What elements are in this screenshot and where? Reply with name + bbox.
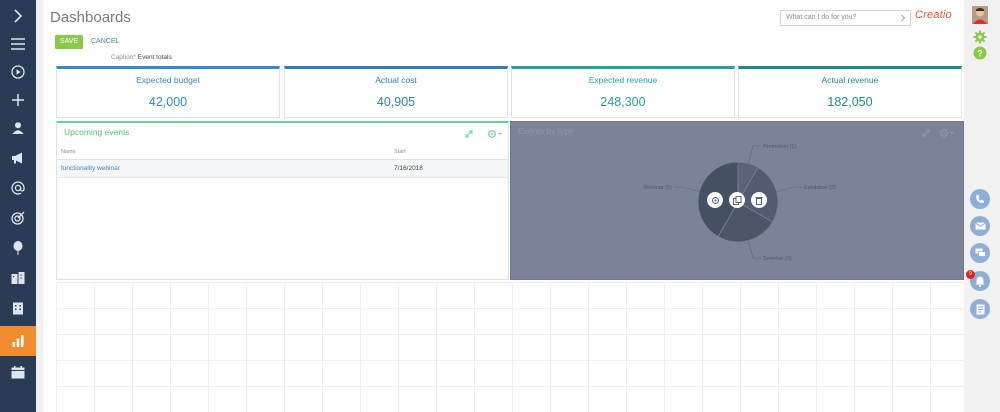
- avatar[interactable]: [972, 6, 988, 24]
- expand-menu-button[interactable]: [0, 2, 36, 30]
- chevron-right-icon[interactable]: [899, 14, 907, 22]
- pie-leader-line: [748, 240, 762, 259]
- kpi-label: Actual revenue: [821, 75, 879, 85]
- svg-text:?: ?: [977, 49, 983, 59]
- dashboards-button[interactable]: [0, 326, 36, 356]
- left-sidebar: [0, 0, 36, 412]
- save-button[interactable]: SAVE: [55, 35, 83, 49]
- bar-chart-icon: [12, 335, 24, 347]
- column-header-name[interactable]: Name: [61, 145, 76, 159]
- expand-icon[interactable]: [465, 130, 473, 138]
- event-start-date: 7/16/2018: [394, 165, 423, 172]
- plus-icon: [12, 94, 24, 106]
- bell-icon: [975, 276, 985, 287]
- caption-value: Event totals: [137, 54, 172, 61]
- chart-settings-button[interactable]: [707, 192, 723, 208]
- hamburger-icon: [11, 38, 25, 50]
- user-photo-icon: [972, 6, 988, 24]
- pie-leader-line: [748, 145, 762, 164]
- accounts-button[interactable]: [0, 264, 36, 292]
- settings-icon[interactable]: [487, 129, 503, 139]
- pie-leader-line: [673, 186, 700, 192]
- phone-icon: [976, 195, 984, 203]
- pie-leader-line: [776, 186, 803, 192]
- right-panel: ? 9: [964, 0, 1000, 412]
- pie-label: Seminar (3): [763, 256, 792, 262]
- copy-icon: [732, 195, 741, 205]
- cancel-button[interactable]: CANCEL: [91, 35, 119, 49]
- calendar-icon: [11, 365, 25, 378]
- play-circle-icon: [11, 65, 25, 79]
- table-row[interactable]: functionality webinar 7/16/2018: [57, 160, 508, 178]
- calendar-button[interactable]: [0, 358, 36, 386]
- kpi-value: 248,300: [600, 95, 646, 109]
- kpi-expected-revenue[interactable]: Expected revenue 248,300: [511, 66, 735, 118]
- column-header-start[interactable]: Start: [394, 145, 406, 159]
- buildings-icon: [11, 272, 25, 284]
- menu-button[interactable]: [0, 30, 36, 58]
- megaphone-icon: [12, 152, 22, 164]
- pie-label: Exhibition (3): [804, 185, 836, 191]
- main-area: Dashboards What can I do for you? Creati…: [43, 0, 964, 412]
- target-icon: [11, 211, 25, 225]
- kpi-actual-cost[interactable]: Actual cost 40,905: [284, 66, 508, 118]
- kpi-value: 40,905: [376, 95, 416, 109]
- pie-label: Webinar (5): [643, 185, 672, 191]
- upcoming-events-panel: Upcoming events Name Start functionality…: [56, 121, 509, 280]
- caption-field[interactable]: Caption* Event totals: [111, 54, 172, 61]
- document-icon: [976, 304, 984, 314]
- kpi-value: 182,050: [827, 95, 873, 109]
- events-by-type-panel: Events by type Promotion (1) Exhibition (…: [510, 121, 964, 280]
- events-button[interactable]: [0, 234, 36, 262]
- campaigns-button[interactable]: [0, 144, 36, 172]
- email-panel-button[interactable]: [970, 216, 990, 236]
- chat-button[interactable]: [970, 243, 990, 263]
- kpi-label: Expected revenue: [588, 75, 658, 85]
- at-sign-icon: [11, 181, 25, 195]
- creatio-logo: Creatio: [915, 9, 952, 21]
- help-icon[interactable]: ?: [973, 46, 987, 60]
- search-input[interactable]: What can I do for you?: [780, 10, 911, 26]
- phone-button[interactable]: [970, 189, 990, 209]
- chat-icon: [975, 248, 986, 257]
- caption-label: Caption*: [111, 54, 136, 61]
- notification-count-badge: 9: [966, 270, 975, 279]
- event-name-link[interactable]: functionality webinar: [61, 160, 120, 177]
- envelope-icon: [974, 222, 986, 230]
- search-placeholder: What can I do for you?: [786, 14, 857, 21]
- kpi-actual-revenue[interactable]: Actual revenue 182,050: [738, 66, 962, 118]
- trash-icon: [755, 196, 763, 205]
- kpi-label: Expected budget: [136, 75, 200, 85]
- chart-copy-button[interactable]: [729, 192, 745, 208]
- process-button[interactable]: [0, 58, 36, 86]
- documents-button[interactable]: [0, 294, 36, 322]
- gear-icon: [711, 196, 719, 204]
- feed-button[interactable]: [970, 299, 990, 319]
- kpi-label: Actual cost: [375, 75, 417, 85]
- kpi-expected-budget[interactable]: Expected budget 42,000: [56, 66, 280, 118]
- panel-title: Upcoming events: [64, 127, 130, 137]
- person-icon: [12, 122, 24, 134]
- balloon-icon: [13, 241, 23, 255]
- email-button[interactable]: [0, 174, 36, 202]
- dashboard-grid[interactable]: [56, 282, 964, 412]
- page-title: Dashboards: [50, 9, 131, 26]
- contacts-button[interactable]: [0, 114, 36, 142]
- chart-delete-button[interactable]: [751, 192, 767, 208]
- kpi-value: 42,000: [148, 95, 188, 109]
- target-button[interactable]: [0, 204, 36, 232]
- table-header: Name Start: [57, 145, 508, 160]
- add-button[interactable]: [0, 86, 36, 114]
- pie-label: Promotion (1): [763, 144, 796, 150]
- gear-icon[interactable]: [973, 30, 987, 44]
- building-icon: [13, 302, 23, 314]
- chevron-right-icon: [14, 9, 23, 23]
